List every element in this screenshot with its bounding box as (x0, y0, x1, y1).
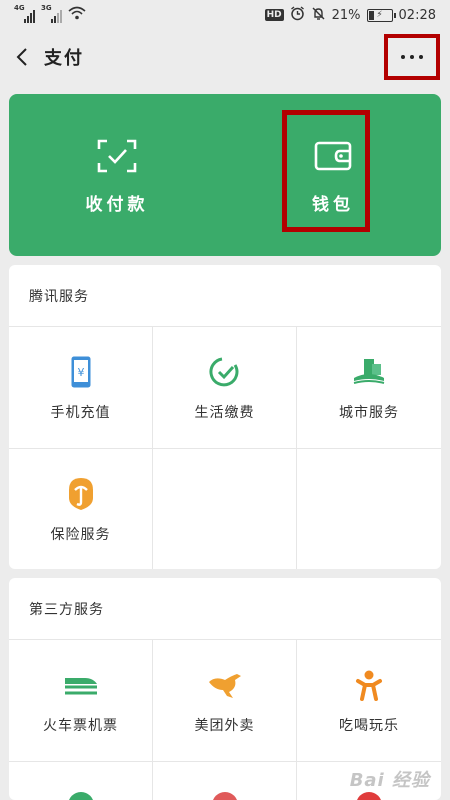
insurance-icon (65, 476, 97, 512)
service-food-fun[interactable]: 吃喝玩乐 (297, 640, 441, 762)
service-phone-recharge[interactable]: ¥ 手机充值 (9, 327, 153, 449)
service-utility-bills[interactable]: 生活缴费 (153, 327, 297, 449)
payment-banner: 收付款 钱包 (9, 94, 441, 256)
wallet-label: 钱包 (312, 194, 354, 215)
person-icon (354, 667, 384, 703)
wallet-button[interactable]: 钱包 (225, 94, 441, 256)
alarm-icon (290, 5, 305, 25)
service-label: 生活缴费 (194, 404, 255, 421)
status-bar: 4G 3G HD 21% ⚡ 02:28 (0, 0, 450, 30)
city-icon (352, 354, 386, 390)
hd-badge: HD (264, 9, 284, 21)
empty-cell (297, 449, 441, 569)
tencent-services-section: 腾讯服务 ¥ 手机充值 生活缴费 城市服务 保险服务 (9, 265, 441, 569)
service-label: 吃喝玩乐 (339, 717, 399, 734)
service-label: 保险服务 (50, 526, 111, 543)
service-label: 城市服务 (339, 404, 399, 421)
battery-icon: ⚡ (366, 8, 396, 22)
service-label: 火车票机票 (43, 717, 118, 734)
chevron-left-icon (16, 48, 27, 66)
empty-cell (153, 449, 297, 569)
cellular-signal-icon-2: 3G (41, 4, 62, 23)
scan-check-icon (97, 136, 137, 176)
third-party-services-title: 第三方服务 (9, 578, 441, 640)
mute-icon (311, 6, 326, 25)
service-train-flight[interactable]: 火车票机票 (9, 640, 153, 762)
more-button[interactable] (384, 34, 440, 80)
next-row-peek (9, 762, 441, 800)
svg-text:¥: ¥ (77, 366, 84, 379)
service-insurance[interactable]: 保险服务 (9, 449, 153, 569)
header: 支付 (0, 30, 450, 84)
wallet-icon (314, 136, 352, 176)
more-dots-icon (401, 55, 405, 59)
collect-pay-label: 收付款 (85, 194, 149, 215)
train-icon (63, 667, 99, 703)
service-label: 手机充值 (50, 404, 111, 421)
tencent-services-title: 腾讯服务 (9, 265, 441, 327)
bill-icon (209, 354, 241, 390)
battery-percent: 21% (331, 7, 361, 23)
collect-pay-button[interactable]: 收付款 (9, 94, 225, 256)
third-party-services-section: 第三方服务 火车票机票 美团外卖 吃喝玩乐 (9, 578, 441, 800)
partial-green-icon (67, 792, 94, 800)
service-label: 美团外卖 (194, 717, 255, 734)
kangaroo-icon (205, 667, 245, 703)
phone-icon: ¥ (70, 354, 92, 390)
service-city[interactable]: 城市服务 (297, 327, 441, 449)
back-button[interactable] (0, 30, 44, 84)
partial-red-icon (211, 792, 238, 800)
wifi-icon (68, 6, 86, 24)
partial-red-icon (356, 792, 382, 800)
service-meituan-delivery[interactable]: 美团外卖 (153, 640, 297, 762)
clock: 02:28 (398, 7, 436, 23)
cellular-signal-icon: 4G (14, 4, 35, 23)
page-title: 支付 (44, 48, 84, 69)
